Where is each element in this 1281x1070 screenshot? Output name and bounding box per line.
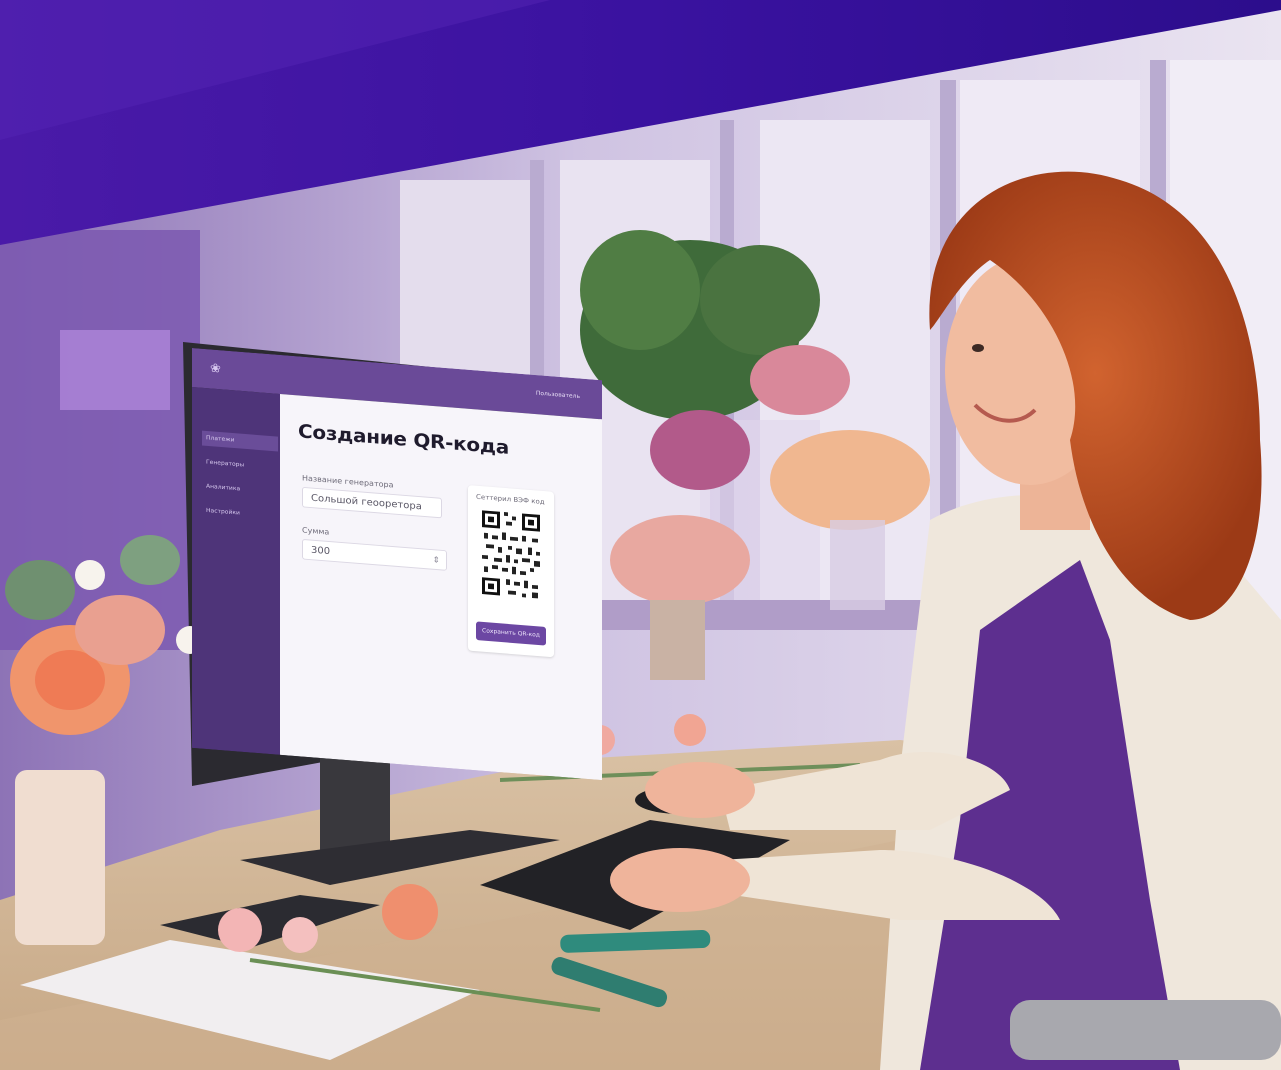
generator-name-input[interactable]: Сольшой геооретора — [302, 486, 442, 519]
save-qr-button[interactable]: Сохранить QR-код — [476, 621, 546, 646]
monitor-screen: ❀ Пользователь Платежи Генераторы Аналит… — [192, 348, 602, 781]
sidebar-item-generators[interactable]: Генераторы — [202, 455, 278, 476]
sidebar-item-analytics[interactable]: Аналитика — [202, 479, 278, 500]
photo-scene: ❀ Пользователь Платежи Генераторы Аналит… — [0, 0, 1281, 1070]
qr-code-icon — [480, 506, 542, 605]
app-sidebar: Платежи Генераторы Аналитика Настройки — [192, 387, 280, 755]
qr-card: Сеттерил ВЭФ код Сохранить QR-код — [468, 485, 554, 658]
sidebar-item-payments[interactable]: Платежи — [202, 430, 278, 452]
amount-value: 300 — [311, 545, 331, 557]
page-title: Создание QR-кода — [298, 419, 509, 459]
amount-label: Сумма — [302, 525, 330, 537]
chair — [1010, 1000, 1281, 1060]
amount-input[interactable]: 300 ⇕ — [302, 538, 447, 571]
app-main: Создание QR-кода Название генератора Сол… — [280, 393, 602, 781]
user-menu[interactable]: Пользователь — [536, 390, 580, 400]
flower-icon[interactable]: ❀ — [210, 361, 221, 377]
sidebar-item-settings[interactable]: Настройки — [202, 503, 278, 524]
stepper-icon[interactable]: ⇕ — [432, 550, 440, 571]
qr-label: Сеттерил ВЭФ код — [476, 493, 545, 506]
